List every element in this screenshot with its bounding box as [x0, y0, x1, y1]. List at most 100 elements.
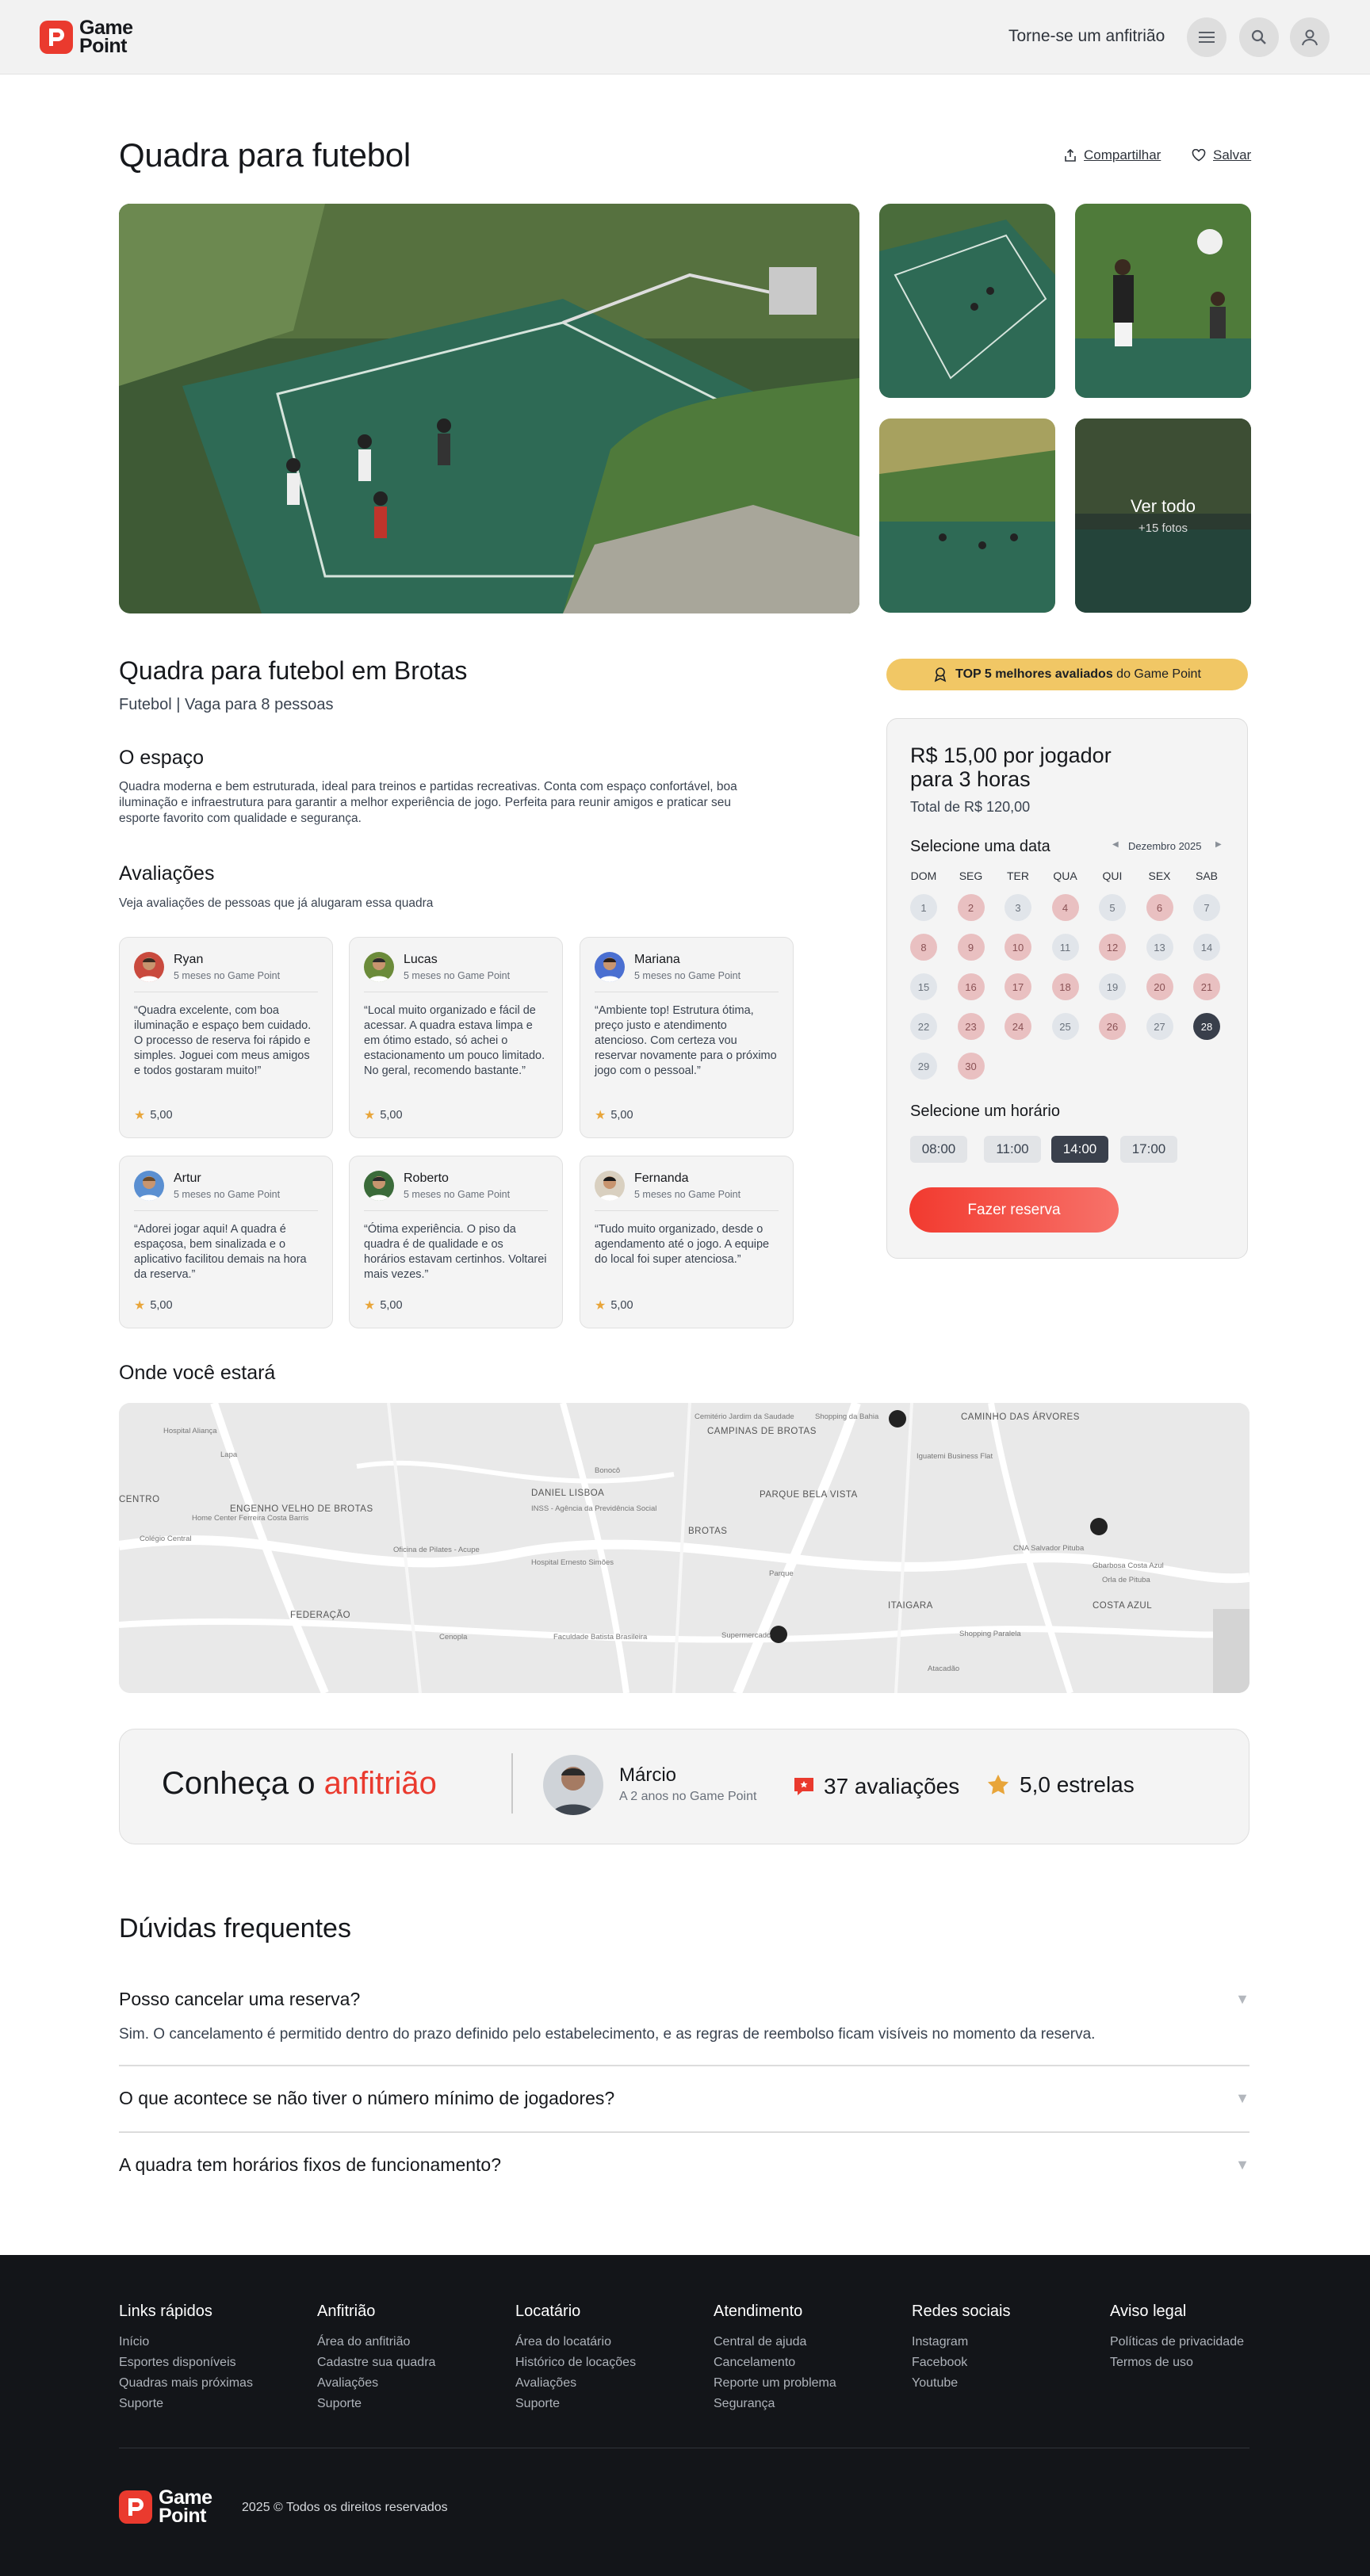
- faq-item[interactable]: A quadra tem horários fixos de funcionam…: [119, 2154, 1249, 2176]
- reviewer-avatar[interactable]: [595, 1171, 625, 1201]
- footer-link[interactable]: Início: [119, 2332, 253, 2352]
- badge-rest: do Game Point: [1112, 667, 1201, 681]
- time-slot[interactable]: 14:00: [1051, 1136, 1108, 1163]
- footer-link[interactable]: Instagram: [912, 2332, 1011, 2352]
- map-label: BROTAS: [688, 1527, 728, 1536]
- map-label: Shopping Paralela: [959, 1630, 1021, 1638]
- footer-logo[interactable]: Game Point: [119, 2488, 212, 2526]
- calendar-day[interactable]: 19: [1099, 973, 1126, 1000]
- calendar-day[interactable]: 1: [910, 894, 937, 921]
- footer-link[interactable]: Segurança: [714, 2394, 836, 2414]
- footer-link[interactable]: Suporte: [119, 2394, 253, 2414]
- footer-link[interactable]: Cancelamento: [714, 2352, 836, 2373]
- month-label: Dezembro 2025: [1128, 840, 1202, 852]
- footer-link[interactable]: Suporte: [317, 2394, 435, 2414]
- footer-link[interactable]: Suporte: [515, 2394, 636, 2414]
- reviewer-avatar[interactable]: [595, 952, 625, 982]
- faq-question-row[interactable]: A quadra tem horários fixos de funcionam…: [119, 2154, 1249, 2176]
- time-slot[interactable]: 11:00: [984, 1136, 1041, 1163]
- reviewer-avatar[interactable]: [134, 952, 164, 982]
- rating-value: 5,00: [380, 1299, 403, 1312]
- reviewer-meta: Artur 5 meses no Game Point: [174, 1171, 280, 1200]
- reviewer-tenure: 5 meses no Game Point: [634, 1189, 741, 1200]
- calendar-day[interactable]: 5: [1099, 894, 1126, 921]
- next-month-icon[interactable]: ▶: [1215, 840, 1222, 849]
- share-button[interactable]: Compartilhar: [1064, 147, 1161, 163]
- see-all-photos[interactable]: Ver todo +15 fotos: [1075, 419, 1251, 613]
- search-button[interactable]: [1239, 17, 1279, 57]
- brand-logo[interactable]: Game Point: [40, 18, 133, 56]
- footer-column-title: Anfitrião: [317, 2303, 376, 2320]
- footer-link[interactable]: Cadastre sua quadra: [317, 2352, 435, 2373]
- weekday-label: QUA: [1053, 869, 1077, 882]
- footer-link[interactable]: Central de ajuda: [714, 2332, 836, 2352]
- chevron-down-icon[interactable]: ▼: [1235, 2090, 1249, 2107]
- calendar-day[interactable]: 27: [1146, 1013, 1173, 1040]
- review-rating: ★ 5,00: [364, 1298, 403, 1313]
- host-since: A 2 anos no Game Point: [619, 1790, 757, 1803]
- weekday-label: QUI: [1102, 869, 1123, 882]
- weekday-label: DOM: [910, 869, 937, 882]
- faq-question-row[interactable]: Posso cancelar uma reserva? ▼: [119, 1989, 1249, 2010]
- footer-link[interactable]: Facebook: [912, 2352, 1011, 2373]
- time-slot[interactable]: 17:00: [1120, 1136, 1177, 1163]
- rating-value: 5,00: [150, 1109, 173, 1122]
- footer-link[interactable]: Termos de uso: [1110, 2352, 1244, 2373]
- footer-link[interactable]: Área do anfitrião: [317, 2332, 435, 2352]
- footer-link[interactable]: Histórico de locações: [515, 2352, 636, 2373]
- main-photo[interactable]: [119, 204, 859, 613]
- calendar-day[interactable]: 7: [1193, 894, 1220, 921]
- host-heading-a: Conheça o: [162, 1766, 324, 1801]
- calendar-day[interactable]: 14: [1193, 934, 1220, 961]
- footer-link[interactable]: Reporte um problema: [714, 2373, 836, 2394]
- prev-month-icon[interactable]: ◀: [1112, 840, 1119, 849]
- review-rating: ★ 5,00: [595, 1107, 633, 1123]
- calendar-day[interactable]: 28: [1193, 1013, 1220, 1040]
- faq-heading: Dúvidas frequentes: [119, 1913, 351, 1943]
- host-avatar[interactable]: [543, 1755, 603, 1815]
- reviewer-avatar[interactable]: [364, 1171, 394, 1201]
- rating-value: 5,00: [380, 1109, 403, 1122]
- photo-2[interactable]: [879, 204, 1055, 398]
- footer-link[interactable]: Quadras mais próximas: [119, 2373, 253, 2394]
- footer-column: Anfitrião Área do anfitrião Cadastre sua q…: [317, 2303, 435, 2414]
- photo-3[interactable]: [1075, 204, 1251, 398]
- calendar-day[interactable]: 3: [1005, 894, 1031, 921]
- reviewer-avatar[interactable]: [364, 952, 394, 982]
- calendar-day[interactable]: 13: [1146, 934, 1173, 961]
- chevron-down-icon[interactable]: ▼: [1235, 1991, 1249, 2008]
- faq-item[interactable]: Posso cancelar uma reserva? ▼ Sim. O cance…: [119, 1989, 1249, 2043]
- time-slot[interactable]: 08:00: [910, 1136, 967, 1163]
- map-label: Supermercado: [721, 1631, 771, 1640]
- calendar-day[interactable]: 15: [910, 973, 937, 1000]
- calendar-day: 17: [1005, 973, 1031, 1000]
- footer-link[interactable]: Avaliações: [515, 2373, 636, 2394]
- photo-4[interactable]: [879, 419, 1055, 613]
- chevron-down-icon[interactable]: ▼: [1235, 2157, 1249, 2173]
- footer-link[interactable]: Avaliações: [317, 2373, 435, 2394]
- footer-link[interactable]: Área do locatário: [515, 2332, 636, 2352]
- star-icon: ★: [134, 1299, 146, 1313]
- calendar-day[interactable]: 29: [910, 1053, 937, 1080]
- faq-question-row[interactable]: O que acontece se não tiver o número mín…: [119, 2088, 1249, 2109]
- profile-button[interactable]: [1290, 17, 1330, 57]
- location-map[interactable]: CAMINHO DAS ÁRVORES CAMPINAS DE BROTAS PAR…: [119, 1403, 1249, 1693]
- book-button[interactable]: Fazer reserva: [909, 1187, 1119, 1233]
- footer-link[interactable]: Políticas de privacidade: [1110, 2332, 1244, 2352]
- map-label: Hospital Ernesto Simões: [531, 1558, 614, 1567]
- faq-item[interactable]: O que acontece se não tiver o número mín…: [119, 2088, 1249, 2109]
- footer-link[interactable]: Esportes disponíveis: [119, 2352, 253, 2373]
- map-label: Iguatemi Business Flat: [917, 1452, 993, 1461]
- calendar-day[interactable]: 22: [910, 1013, 937, 1040]
- calendar-day: 2: [957, 894, 985, 921]
- reviewer-tenure: 5 meses no Game Point: [404, 1189, 511, 1200]
- become-host-link[interactable]: Torne-se um anfitrião: [1008, 27, 1165, 46]
- rating-value: 5,00: [150, 1299, 173, 1312]
- reviewer-avatar[interactable]: [134, 1171, 164, 1201]
- menu-button[interactable]: [1187, 17, 1226, 57]
- save-button[interactable]: Salvar: [1192, 147, 1251, 163]
- calendar-day[interactable]: 25: [1051, 1013, 1079, 1040]
- footer-link[interactable]: Youtube: [912, 2373, 1011, 2394]
- review-card-header: Mariana 5 meses no Game Point: [595, 952, 779, 992]
- calendar-day[interactable]: 11: [1051, 934, 1079, 961]
